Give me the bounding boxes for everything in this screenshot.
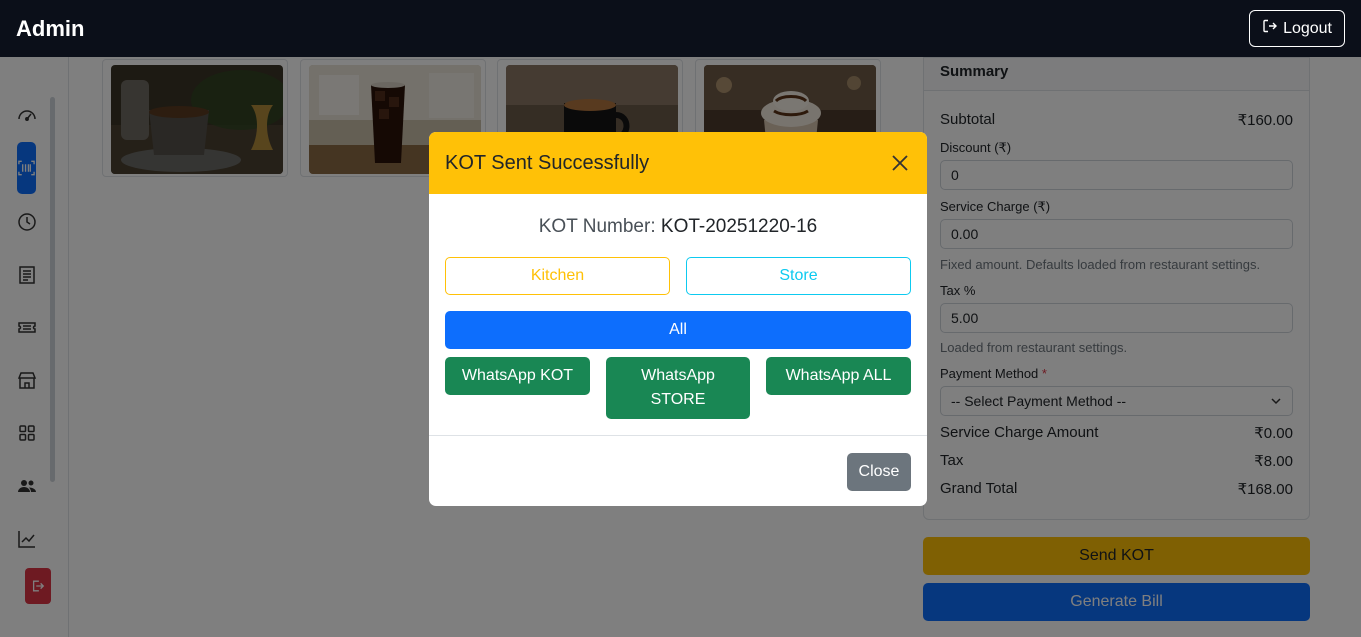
whatsapp-all-button[interactable]: WhatsApp ALL <box>766 357 911 395</box>
modal-title: KOT Sent Successfully <box>445 151 650 174</box>
whatsapp-kot-button[interactable]: WhatsApp KOT <box>445 357 590 395</box>
kitchen-button[interactable]: Kitchen <box>445 257 670 295</box>
whatsapp-store-button[interactable]: WhatsApp STORE <box>606 357 750 419</box>
brand-title: Admin <box>16 15 85 41</box>
kot-number-line: KOT Number: KOT-20251220-16 <box>429 216 927 238</box>
kot-number-value: KOT-20251220-16 <box>660 216 818 237</box>
modal-header: KOT Sent Successfully <box>429 132 927 194</box>
logout-label: Logout <box>1283 19 1332 37</box>
all-button[interactable]: All <box>445 311 911 349</box>
logout-button[interactable]: Logout <box>1249 10 1345 47</box>
close-icon[interactable] <box>889 152 911 174</box>
top-navbar: Admin Logout <box>0 0 1361 57</box>
modal-footer: Close <box>429 435 927 506</box>
kot-success-modal: KOT Sent Successfully KOT Number: KOT-20… <box>429 132 927 506</box>
store-button[interactable]: Store <box>686 257 911 295</box>
close-button[interactable]: Close <box>847 453 911 491</box>
kot-number-label: KOT Number: <box>538 216 656 237</box>
box-arrow-right-icon <box>1262 18 1278 39</box>
